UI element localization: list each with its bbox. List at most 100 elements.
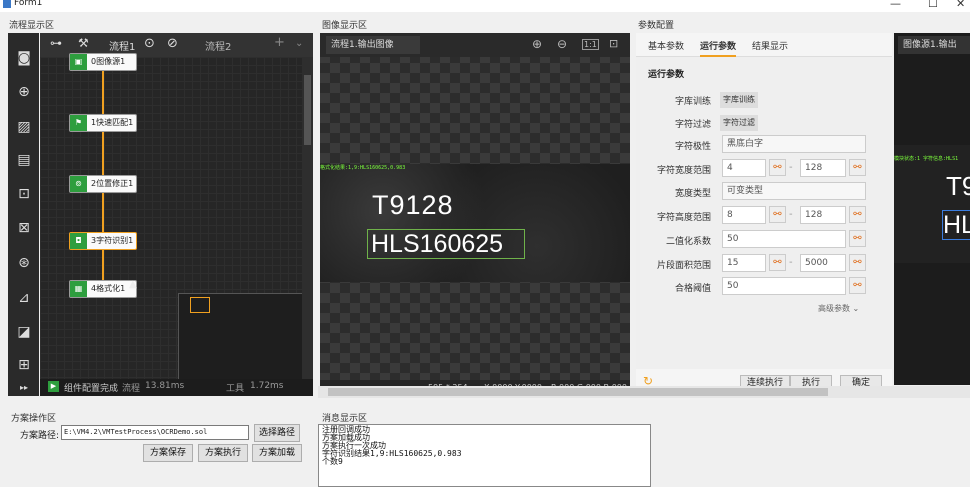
logic-icon[interactable]: ◪ [15,323,33,341]
param-body: 运行参数 字库训练 字库训练 字符过滤 字符过滤 字符极性 黑底白字 字符宽度范… [636,57,892,369]
tab-flow2[interactable]: 流程2 [205,38,231,53]
range-dash: - [789,209,793,220]
communication-icon[interactable]: ⊞ [15,356,33,374]
params-section-label: 参数配置 [638,21,675,31]
param-row-area-range: 片段面积范围 15 ⚯ - 5000 ⚯ [636,254,892,274]
char-filter-button[interactable]: 字符过滤 [720,115,758,131]
polarity-value: 黑底白字 [727,139,764,149]
link-icon[interactable]: ⚯ [769,206,786,223]
secondary-text1: T9 [946,171,970,201]
fit-window-icon[interactable]: ⊡ [609,37,618,50]
flow-canvas[interactable]: ▣ 0图像源1 ⚑ 1快速匹配1 ⊚ 2位置修正1 ◘ 3字符识别1 ▦ 4格式化1 ▲ … [40,53,305,394]
param-panel: 基本参数 运行参数 结果显示 运行参数 字库训练 字库训练 字符过滤 字符过滤 … [636,33,892,396]
wrench-icon[interactable]: ⚒ [78,36,89,50]
camera-icon[interactable]: ◙ [15,49,33,67]
flow-node-quick-match[interactable]: ⚑ 1快速匹配1 [69,114,137,132]
flow-tree-icon[interactable]: ⊶ [50,36,62,50]
char-width-min-input[interactable]: 4 [722,159,766,177]
flow-scroll-thumb[interactable] [304,75,311,145]
mouse-cursor-icon: ▲ [129,279,137,290]
main-h-scroll-thumb[interactable] [328,388,828,396]
image-source-icon: ▣ [70,54,87,70]
link-icon[interactable]: ⚯ [849,254,866,271]
zoom-out-icon[interactable]: ⊖ [557,37,567,51]
param-label: 字库训练 [674,97,711,107]
solution-path-label: 方案路径: [20,431,60,441]
minimize-button[interactable]: — [890,0,901,10]
run-loop-icon[interactable]: ⊘ [167,36,178,51]
image-edit-icon[interactable]: ▨ [15,118,33,136]
main-h-scrollbar[interactable] [318,386,970,398]
run-solution-button[interactable]: 方案执行 [198,444,248,462]
flow-node-format[interactable]: ▦ 4格式化1 [69,280,137,298]
target-icon[interactable]: ⊕ [15,83,33,101]
threshold-input[interactable]: 50 [722,277,846,295]
flow-node-ocr[interactable]: ◘ 3字符识别1 [69,232,137,250]
link-icon[interactable]: ⚯ [849,277,866,294]
min-value: 15 [727,258,739,268]
link-icon[interactable]: ⚯ [849,206,866,223]
param-row-polarity: 字符极性 黑底白字 [636,135,892,155]
flow-status-text: 组件配置完成 [64,384,119,394]
position-icon[interactable]: ⊡ [15,185,33,203]
message-log[interactable]: 注册回调成功 方案加载成功 方案执行一次成功 字符识别结果1,9:HLS1606… [318,424,651,487]
load-solution-button[interactable]: 方案加载 [252,444,302,462]
solution-path-input[interactable]: E:\VM4.2\VMTestProcess\OCRDemo.sol [61,425,249,440]
flow-time-label: 流程 [122,384,141,394]
match-icon: ⚑ [70,115,87,131]
width-type-select[interactable]: 可变类型 [722,182,866,200]
char-height-min-input[interactable]: 8 [722,206,766,224]
advanced-params-toggle[interactable]: 高级参数 ⌄ [818,303,859,314]
char-height-max-input[interactable]: 128 [800,206,846,224]
tab-run-params[interactable]: 运行参数 [700,39,737,57]
link-icon[interactable]: ⚯ [849,230,866,247]
flow-panel: ⊶ ⚒ 流程1 ⊙ ⊘ 流程2 + ⌄ ▣ 0图像源1 ⚑ 1快速匹配1 ⊚ 2位置修… [40,33,313,396]
param-label: 片段面积范围 [656,261,711,271]
param-tabs: 基本参数 运行参数 结果显示 [636,33,892,57]
secondary-image: 模块状态:1 字符信息:HLS1 T9 HL [894,145,970,263]
measure-icon[interactable]: ▤ [15,151,33,169]
zoom-in-icon[interactable]: ⊕ [532,37,542,51]
maximize-button[interactable]: ☐ [928,0,938,10]
image-section-label: 图像显示区 [322,21,368,31]
tab-result-display[interactable]: 结果显示 [752,39,788,52]
binarize-input[interactable]: 50 [722,230,846,248]
actual-size-icon[interactable]: 1:1 [582,39,599,50]
link-icon[interactable]: ⚯ [849,159,866,176]
tab-basic-params[interactable]: 基本参数 [648,39,684,52]
window-title: Form1 [14,0,43,8]
tab-flow1[interactable]: 流程1 [109,38,135,53]
grid-icon[interactable]: ⊠ [15,219,33,237]
char-width-max-input[interactable]: 128 [800,159,846,177]
chevron-down-icon[interactable]: ⌄ [295,38,303,49]
add-tab-icon[interactable]: + [274,35,285,50]
area-min-input[interactable]: 15 [722,254,766,272]
link-icon[interactable]: ⚯ [769,159,786,176]
image-display-panel[interactable]: 流程1.输出图像 ⊕ ⊖ 1:1 ⊡ 格式化结果:1,9:HLS160625,0… [320,33,630,396]
save-solution-button[interactable]: 方案保存 [143,444,193,462]
minimap-viewport[interactable] [190,297,210,313]
run-once-icon[interactable]: ⊙ [144,36,155,51]
font-train-button[interactable]: 字库训练 [720,92,758,108]
play-icon[interactable]: ▶ [48,381,59,392]
close-button[interactable]: ✕ [956,0,965,10]
chart-icon[interactable]: ⊿ [15,289,33,307]
log-line: 注册回调成功 [322,425,370,434]
secondary-source-select[interactable]: 图像源1.输出 [898,36,970,54]
param-row-char-width: 字符宽度范围 4 ⚯ - 128 ⚯ [636,159,892,179]
range-dash: - [789,162,793,173]
polarity-select[interactable]: 黑底白字 [722,135,866,153]
flow-time: 13.81ms [145,381,185,391]
flow-scrollbar[interactable] [302,57,313,379]
node-label: 0图像源1 [91,57,126,66]
ocr-text-line2: HLS160625 [367,229,525,259]
link-icon[interactable]: ⚯ [769,254,786,271]
expand-icon[interactable]: ▸▸ [15,379,33,397]
flow-node-image-source[interactable]: ▣ 0图像源1 [69,53,137,71]
secondary-image-panel[interactable]: 图像源1.输出 模块状态:1 字符信息:HLS1 T9 HL [894,33,970,385]
image-source-select[interactable]: 流程1.输出图像 [326,36,420,54]
select-path-button[interactable]: 选择路径 [254,424,300,442]
flow-node-position-fix[interactable]: ⊚ 2位置修正1 [69,175,137,193]
area-max-input[interactable]: 5000 [800,254,846,272]
calibrate-icon[interactable]: ⊛ [15,254,33,272]
